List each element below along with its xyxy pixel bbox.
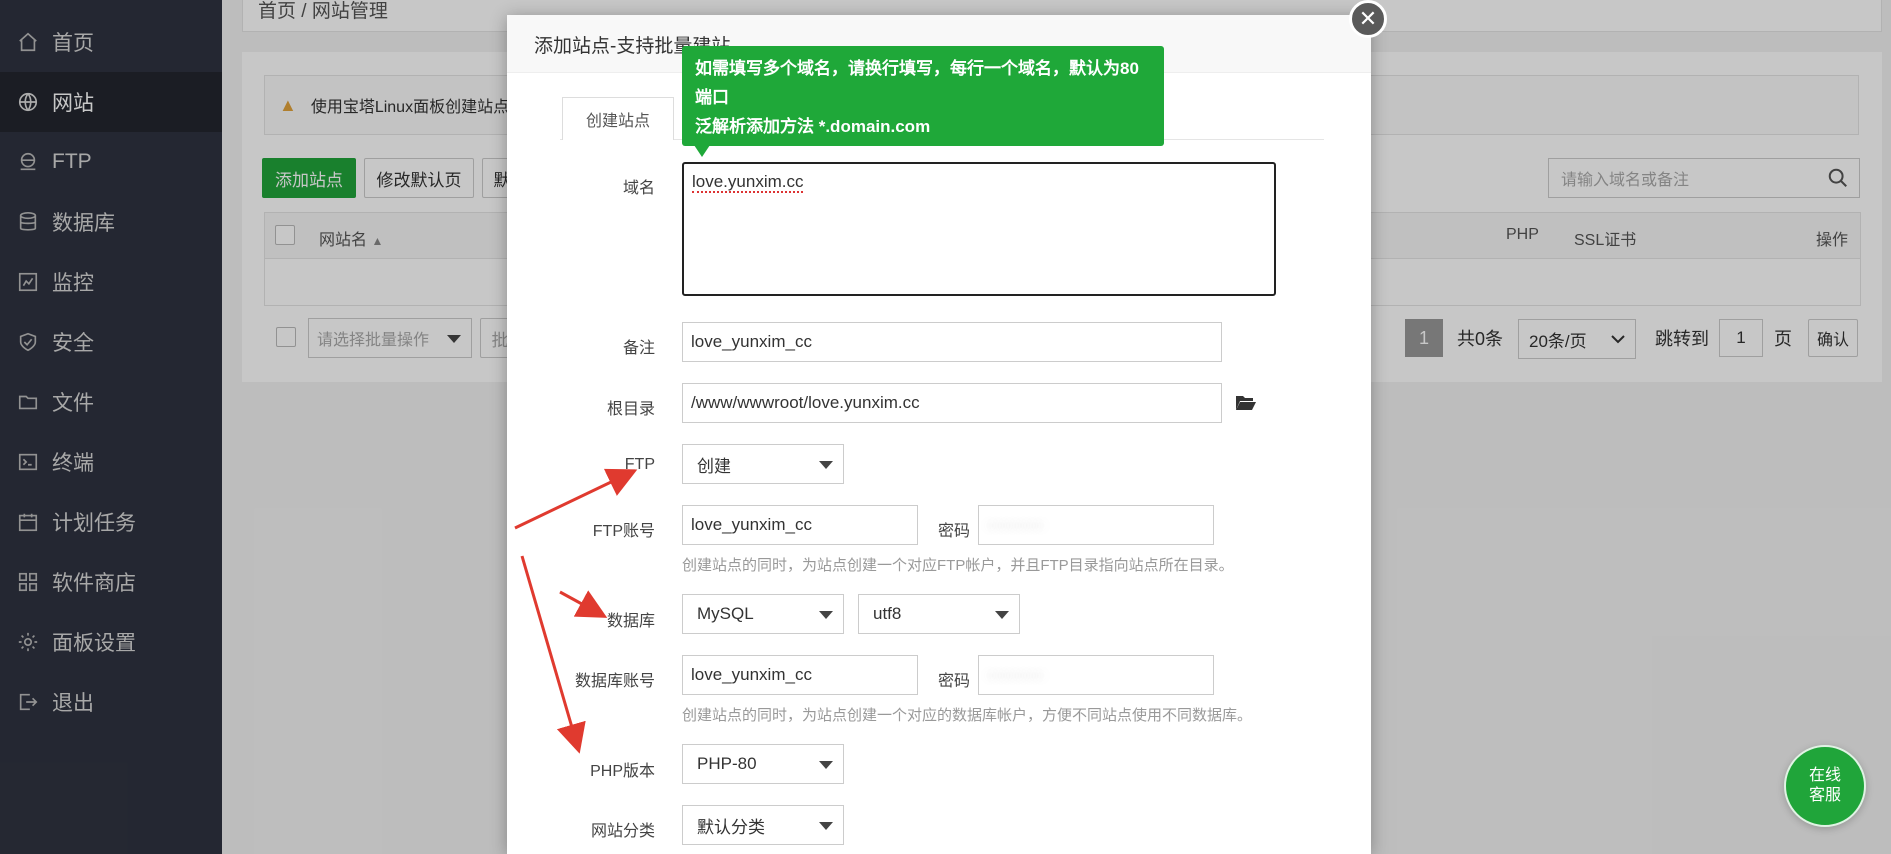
ftp-password-input[interactable]: ··········: [978, 505, 1214, 545]
database-type-value: MySQL: [697, 604, 754, 623]
chevron-down-icon: [819, 461, 833, 469]
chevron-down-icon: [995, 611, 1009, 619]
ftp-password-label: 密码: [937, 523, 970, 540]
folder-open-icon[interactable]: [1235, 394, 1257, 412]
ftp-select-value: 创建: [697, 456, 731, 476]
close-icon: ✕: [1358, 6, 1378, 31]
root-dir-label: 根目录: [606, 401, 655, 418]
remark-label: 备注: [622, 340, 655, 357]
ftp-hint: 创建站点的同时，为站点创建一个对应FTP帐户，并且FTP目录指向站点所在目录。: [682, 557, 1234, 574]
site-category-select[interactable]: 默认分类: [682, 805, 844, 845]
close-button[interactable]: ✕: [1349, 0, 1387, 38]
php-version-label: PHP版本: [590, 763, 655, 780]
php-version-select[interactable]: PHP-80: [682, 744, 844, 784]
database-charset-select[interactable]: utf8: [858, 594, 1020, 634]
ftp-password-value: ··········: [987, 515, 1044, 534]
chevron-down-icon: [819, 822, 833, 830]
database-label: 数据库: [606, 613, 655, 630]
chat-label-line1: 在线: [1808, 767, 1841, 784]
remark-input[interactable]: love_yunxim_cc: [682, 322, 1222, 362]
domain-value: love.yunxim.cc: [692, 172, 804, 193]
database-charset-value: utf8: [873, 604, 902, 623]
db-password-input[interactable]: ··········: [978, 655, 1214, 695]
site-category-label: 网站分类: [590, 823, 655, 840]
tooltip-arrow: [694, 145, 710, 157]
tab-create-site[interactable]: 创建站点: [562, 97, 674, 140]
db-account-label: 数据库账号: [574, 673, 655, 690]
online-support-button[interactable]: 在线 客服: [1784, 745, 1866, 827]
ftp-select[interactable]: 创建: [682, 444, 844, 484]
db-hint: 创建站点的同时，为站点创建一个对应的数据库帐户，方便不同站点使用不同数据库。: [682, 707, 1253, 724]
chevron-down-icon: [819, 611, 833, 619]
tooltip-line: 如需填写多个域名，请换行填写，每行一个域名，默认为80端口: [695, 59, 1139, 107]
domain-textarea[interactable]: love.yunxim.cc: [682, 162, 1276, 296]
ftp-label: FTP: [624, 456, 655, 473]
site-category-value: 默认分类: [697, 817, 765, 837]
db-password-label: 密码: [937, 673, 970, 690]
tooltip-line: 泛解析添加方法 *.domain.com: [695, 117, 931, 136]
php-version-value: PHP-80: [697, 754, 757, 773]
chevron-down-icon: [819, 761, 833, 769]
chat-label-line2: 客服: [1808, 787, 1841, 804]
db-password-value: ··········: [987, 665, 1044, 684]
database-type-select[interactable]: MySQL: [682, 594, 844, 634]
domain-label: 域名: [622, 180, 655, 197]
domain-help-tooltip: 如需填写多个域名，请换行填写，每行一个域名，默认为80端口 泛解析添加方法 *.…: [682, 46, 1164, 165]
ftp-account-label: FTP账号: [592, 523, 655, 540]
root-dir-input[interactable]: /www/wwwroot/love.yunxim.cc: [682, 383, 1222, 423]
